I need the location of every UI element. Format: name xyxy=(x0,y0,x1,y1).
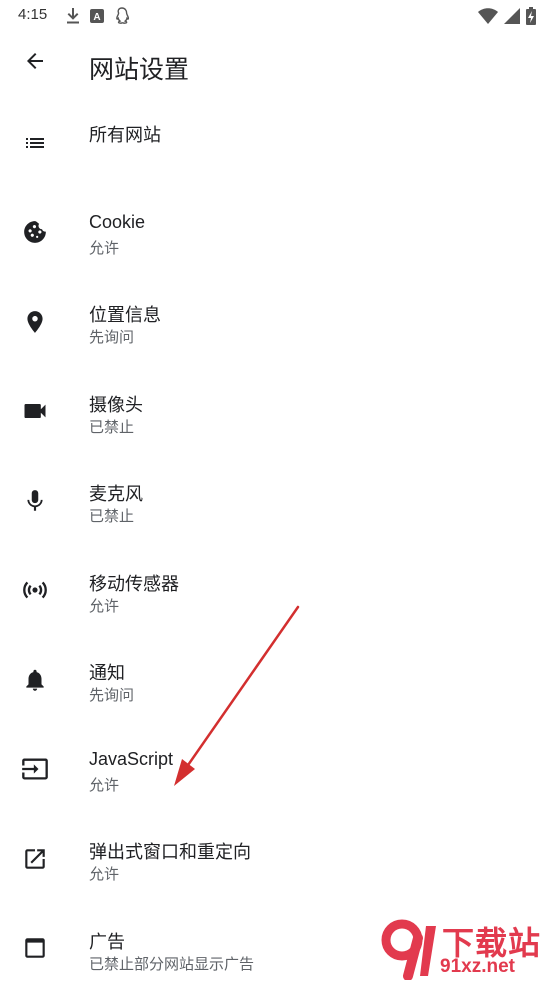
web-asset-icon xyxy=(20,933,50,963)
setting-camera[interactable]: 摄像头 已禁止 xyxy=(0,367,554,457)
videocam-icon xyxy=(20,396,50,426)
open-in-new-icon xyxy=(20,844,50,874)
setting-microphone[interactable]: 麦克风 已禁止 xyxy=(0,456,554,546)
status-bar: 4:15 A xyxy=(0,0,554,32)
status-left-icons: A xyxy=(66,7,130,25)
watermark-logo xyxy=(380,916,444,980)
status-right-icons xyxy=(478,7,536,25)
app-bar: 网站设置 xyxy=(0,32,554,98)
list-icon xyxy=(20,128,50,158)
settings-list: 所有网站 Cookie 允许 位置信息 先询问 摄像头 已禁止 麦克风 已禁止 … xyxy=(0,98,554,993)
setting-subtitle: 允许 xyxy=(89,863,119,884)
qq-penguin-icon xyxy=(114,7,130,25)
arrow-back-icon xyxy=(23,49,47,73)
cookie-icon xyxy=(20,217,50,247)
setting-subtitle: 已禁止部分网站显示广告 xyxy=(89,953,254,974)
bell-icon xyxy=(20,665,50,695)
watermark: 下载站 91xz.net xyxy=(380,916,552,982)
setting-popups[interactable]: 弹出式窗口和重定向 允许 xyxy=(0,814,554,904)
svg-text:A: A xyxy=(93,12,100,23)
battery-charging-icon xyxy=(526,7,536,25)
setting-title: 摄像头 xyxy=(89,391,143,417)
setting-javascript[interactable]: JavaScript 允许 xyxy=(0,725,554,815)
setting-title: 移动传感器 xyxy=(89,570,179,596)
download-icon xyxy=(66,8,80,24)
setting-subtitle: 已禁止 xyxy=(89,505,134,526)
setting-title: Cookie xyxy=(89,212,145,233)
sensors-icon xyxy=(20,575,50,605)
mic-icon xyxy=(20,486,50,516)
setting-title: 位置信息 xyxy=(89,301,161,327)
setting-title: 广告 xyxy=(89,928,125,954)
setting-subtitle: 允许 xyxy=(89,237,119,258)
setting-title: JavaScript xyxy=(89,749,173,770)
setting-motion-sensors[interactable]: 移动传感器 允许 xyxy=(0,546,554,636)
location-pin-icon xyxy=(20,307,50,337)
setting-title: 通知 xyxy=(89,659,125,685)
back-button[interactable] xyxy=(18,44,52,78)
setting-notifications[interactable]: 通知 先询问 xyxy=(0,635,554,725)
page-title: 网站设置 xyxy=(89,50,189,86)
setting-title: 弹出式窗口和重定向 xyxy=(89,838,251,864)
setting-subtitle: 先询问 xyxy=(89,684,134,705)
input-icon xyxy=(20,754,50,784)
setting-subtitle: 先询问 xyxy=(89,326,134,347)
setting-cookie[interactable]: Cookie 允许 xyxy=(0,188,554,278)
setting-location[interactable]: 位置信息 先询问 xyxy=(0,277,554,367)
a-keyboard-icon: A xyxy=(90,9,104,23)
cell-signal-icon xyxy=(504,8,520,24)
setting-title: 麦克风 xyxy=(89,480,143,506)
setting-subtitle: 已禁止 xyxy=(89,416,134,437)
watermark-bottom-text: 91xz.net xyxy=(440,956,515,978)
setting-subtitle: 允许 xyxy=(89,595,119,616)
setting-subtitle: 允许 xyxy=(89,774,119,795)
setting-all-sites[interactable]: 所有网站 xyxy=(0,98,554,188)
wifi-icon xyxy=(478,8,498,24)
status-time: 4:15 xyxy=(18,6,47,23)
setting-title: 所有网站 xyxy=(89,121,161,147)
